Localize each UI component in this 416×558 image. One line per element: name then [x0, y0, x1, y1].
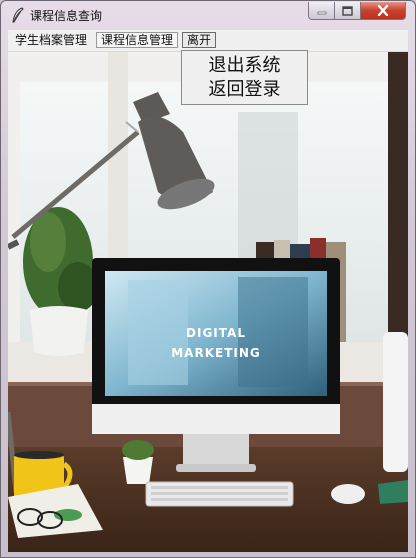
- menu-item-back-to-login[interactable]: 返回登录: [182, 78, 307, 102]
- menu-item-exit-system[interactable]: 退出系统: [182, 54, 307, 78]
- background-photo: DIGITAL MARKETING: [8, 52, 408, 552]
- desk-scene-image: DIGITAL MARKETING: [8, 52, 408, 552]
- menu-student-records[interactable]: 学生档案管理: [11, 32, 92, 48]
- minimize-icon: [317, 11, 326, 14]
- menu-bar: 学生档案管理 课程信息管理 离开: [8, 30, 408, 52]
- title-bar[interactable]: 课程信息查询: [1, 1, 415, 29]
- leave-dropdown-menu: 退出系统 返回登录: [181, 50, 308, 105]
- close-icon: [377, 5, 389, 16]
- window-title: 课程信息查询: [30, 9, 103, 23]
- maximize-icon: [342, 5, 353, 16]
- app-window: 课程信息查询 学生档案管理 课程信息管理 离开 DIGITAL MARKETIN…: [0, 0, 416, 558]
- maximize-button[interactable]: [335, 2, 361, 20]
- close-button[interactable]: [361, 2, 406, 20]
- menu-leave[interactable]: 离开: [182, 32, 216, 48]
- monitor-text-line1: DIGITAL: [186, 326, 246, 340]
- menu-course-info[interactable]: 课程信息管理: [96, 32, 178, 48]
- minimize-button[interactable]: [308, 2, 335, 20]
- monitor-text-line2: MARKETING: [171, 346, 261, 360]
- feather-icon: [12, 7, 24, 23]
